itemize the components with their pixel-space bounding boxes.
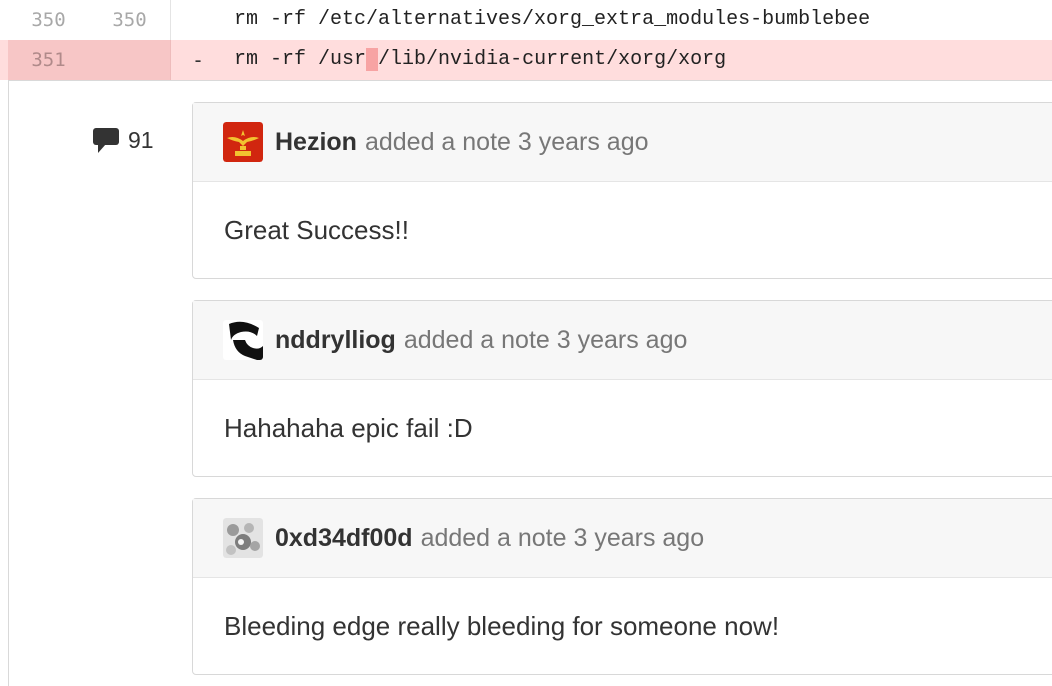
diff-line-context: 350 350 rm -rf /etc/alternatives/xorg_ex… [0, 0, 1052, 40]
code-line: rm -rf /etc/alternatives/xorg_extra_modu… [234, 8, 871, 31]
note-body: Bleeding edge really bleeding for someon… [224, 610, 780, 641]
diff-view: 350 350 rm -rf /etc/alternatives/xorg_ex… [0, 0, 1052, 80]
diff-line-deleted: 351 - rm -rf /usr /lib/nvidia-current/xo… [0, 40, 1052, 80]
new-line-number[interactable]: 350 [89, 0, 171, 40]
avatar-pattern-icon[interactable] [223, 518, 263, 558]
note-header: 0xd34df00d added a note 3 years ago [193, 499, 1052, 578]
avatar-eagle-icon[interactable] [223, 122, 263, 162]
note-card: nddrylliog added a note 3 years ago Haha… [192, 300, 1052, 477]
note-author[interactable]: 0xd34df00d [275, 524, 413, 553]
comment-count-value: 91 [128, 126, 154, 153]
note-header: Hezion added a note 3 years ago [193, 103, 1052, 182]
note-card: Hezion added a note 3 years ago Great Su… [192, 102, 1052, 279]
code-highlight [366, 48, 379, 71]
comment-area-border [8, 80, 9, 686]
comment-count[interactable]: 91 [92, 124, 154, 156]
deletion-marker: - [192, 48, 205, 72]
old-line-number[interactable]: 351 [8, 40, 90, 80]
note-author[interactable]: nddrylliog [275, 326, 396, 355]
comment-bubble-icon [93, 128, 119, 153]
note-header: nddrylliog added a note 3 years ago [193, 301, 1052, 380]
code-after: /lib/nvidia-current/xorg/xorg [378, 48, 727, 71]
comment-area-divider [8, 80, 1052, 81]
note-body: Hahahaha epic fail :D [224, 412, 473, 443]
code-before: rm -rf /usr [234, 48, 367, 71]
note-body: Great Success!! [224, 214, 409, 245]
code-line: rm -rf /usr /lib/nvidia-current/xorg/xor… [234, 40, 726, 80]
new-line-number[interactable] [89, 40, 171, 80]
note-meta: added a note 3 years ago [364, 127, 649, 156]
note-author[interactable]: Hezion [275, 128, 357, 157]
note-meta: added a note 3 years ago [403, 325, 688, 354]
note-meta: added a note 3 years ago [420, 523, 705, 552]
old-line-number[interactable]: 350 [8, 0, 90, 40]
note-card: 0xd34df00d added a note 3 years ago Blee… [192, 498, 1052, 675]
avatar-face-icon[interactable] [223, 320, 263, 360]
